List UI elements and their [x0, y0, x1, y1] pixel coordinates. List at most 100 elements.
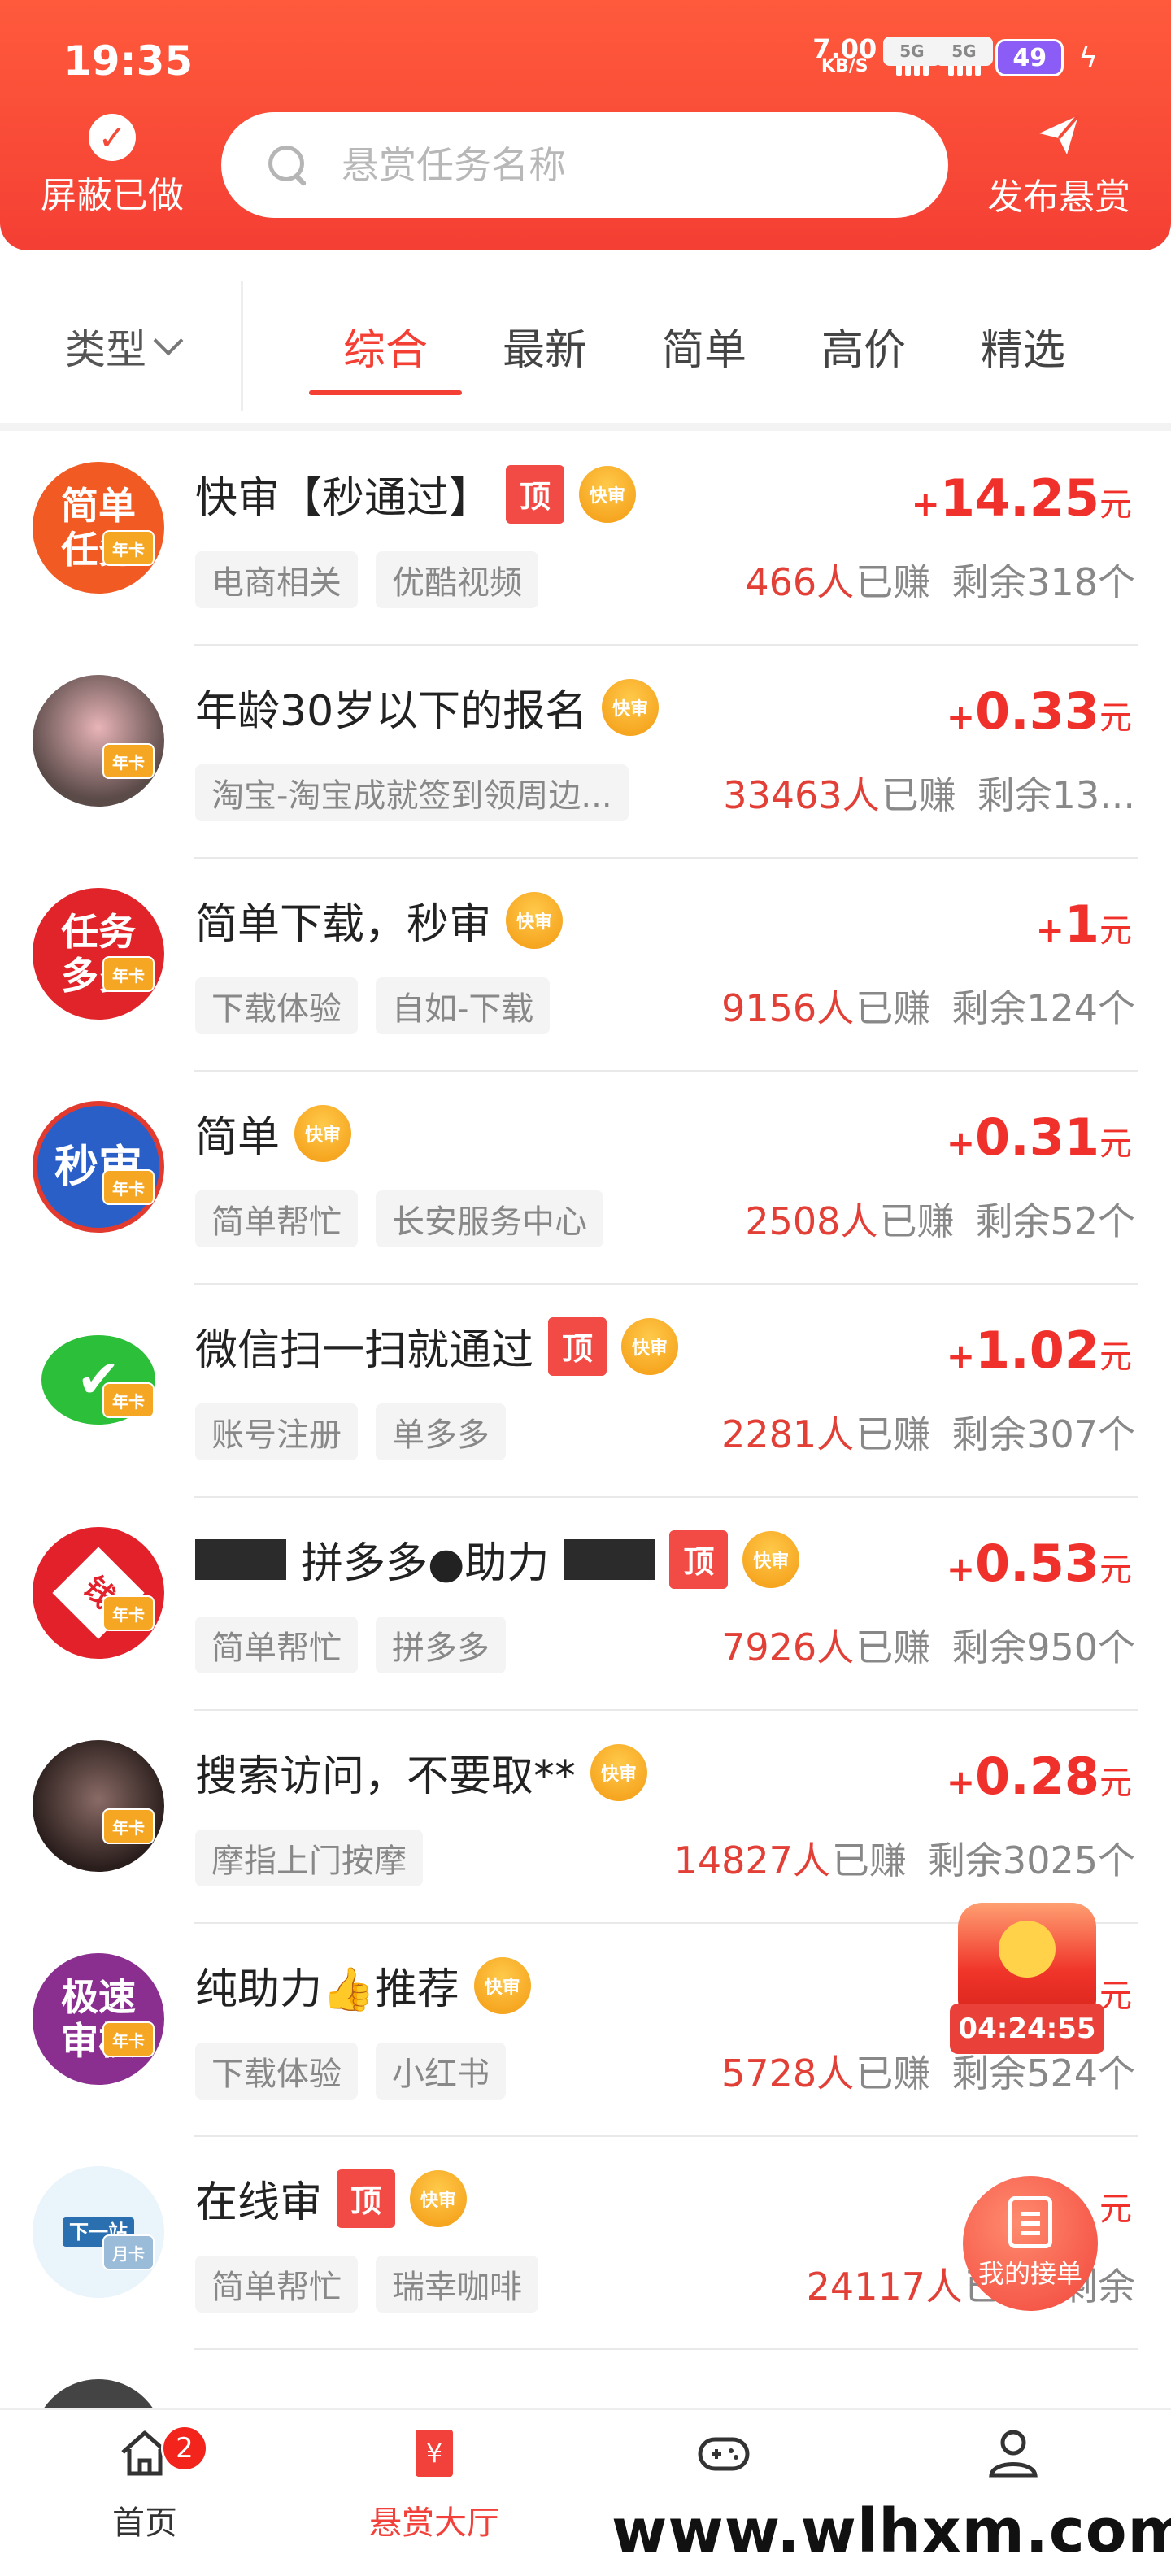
publish-reward-button[interactable]: 发布悬赏 [977, 112, 1140, 220]
header: 19:35 7.00 KB/S 5G 5G 49 ϟ ✓ 屏蔽已做 发布悬赏 [0, 0, 1171, 250]
avatar [33, 1740, 164, 1872]
tag: 优酷视频 [376, 551, 538, 608]
tab-label: 最新 [502, 326, 587, 375]
task-tags: 简单帮忙 瑞幸咖啡 [195, 2256, 538, 2313]
hide-done-button[interactable]: ✓ 屏蔽已做 [31, 114, 194, 218]
earned-count: 9156人 [721, 986, 855, 1030]
signal-label: 5G [883, 37, 941, 66]
task-title-text: 搜索访问，不要取** [195, 1752, 577, 1801]
filter-bar: 类型 综合 最新 简单 高价 精选 [0, 276, 1171, 420]
price-sign: + [946, 1762, 976, 1802]
tag: 简单帮忙 [195, 1617, 358, 1673]
gamepad-icon [698, 2437, 750, 2471]
year-card-badge: 年卡 [102, 530, 155, 566]
task-title-text: 纯助力👍推荐 [195, 1965, 459, 2014]
price-amount: 0.33 [975, 681, 1099, 741]
price-unit: 元 [1099, 1764, 1132, 1802]
tab-featured[interactable]: 精选 [943, 315, 1103, 376]
avatar: 下一站 [33, 2166, 164, 2298]
earned-suffix: 已赚 [879, 1199, 955, 1243]
tag: 长安服务中心 [376, 1190, 603, 1247]
my-orders-button[interactable]: 我的接单 [963, 2176, 1098, 2311]
red-packet-icon [958, 1903, 1096, 2017]
search-bar[interactable] [221, 112, 948, 218]
task-item[interactable] [0, 2350, 1171, 2408]
reward-price: +1元 [1036, 894, 1132, 954]
price-amount: 0.31 [975, 1107, 1099, 1167]
task-tags: 简单帮忙 长安服务中心 [195, 1190, 603, 1247]
avatar [33, 2379, 164, 2408]
task-title: 简单 快审 [195, 1103, 352, 1164]
status-time: 19:35 [63, 37, 194, 85]
pinned-badge: 顶 [506, 464, 565, 524]
battery-icon: 49 [995, 39, 1064, 76]
task-item[interactable]: 钱 年卡 拼多多●助力 顶 快审 +0.53元 简单帮忙 拼多多 7926人已赚… [0, 1498, 1171, 1711]
task-title: 微信扫一扫就通过 顶 快审 [195, 1316, 679, 1377]
price-unit: 元 [1099, 1125, 1132, 1163]
my-orders-label: 我的接单 [977, 2258, 1082, 2289]
tab-comprehensive[interactable]: 综合 [306, 315, 465, 395]
task-stats: 14827人已赚 剩余3025个 [674, 1831, 1135, 1885]
search-input[interactable] [342, 143, 862, 187]
earned-suffix: 已赚 [855, 560, 931, 604]
price-sign: + [946, 1549, 976, 1589]
task-item[interactable]: 任务多多 年卡 简单下载，秒审 快审 +1元 下载体验 自如-下载 9156人已… [0, 859, 1171, 1072]
task-tags: 摩指上门按摩 [195, 1830, 423, 1886]
tag: 简单帮忙 [195, 2256, 358, 2313]
publish-label: 发布悬赏 [987, 176, 1130, 218]
wechat-icon: ✔ [33, 1314, 164, 1446]
check-icon: ✓ [89, 114, 136, 161]
task-item[interactable]: ✔ 年卡 微信扫一扫就通过 顶 快审 +1.02元 账号注册 单多多 2281人… [0, 1285, 1171, 1498]
price-unit: 元 [1099, 1551, 1132, 1589]
task-item[interactable]: 简单任务 年卡 快审【秒通过】 顶 快审 +14.25元 电商相关 优酷视频 4… [0, 433, 1171, 646]
tab-label: 高价 [821, 326, 906, 375]
year-card-badge: 年卡 [102, 743, 155, 779]
task-item[interactable]: 年卡 搜索访问，不要取** 快审 +0.28元 摩指上门按摩 14827人已赚剩… [0, 1711, 1171, 1924]
year-card-badge: 年卡 [102, 1595, 155, 1631]
nav-reward-hall[interactable]: ¥ 悬赏大厅 [353, 2425, 516, 2543]
task-title-text: 简单下载，秒审 [195, 900, 492, 949]
fast-review-badge: 快审 [294, 1104, 352, 1162]
task-stats: 33463人已赚 剩余13... [723, 766, 1135, 820]
task-item[interactable]: 年卡 年龄30岁以下的报名 快审 +0.33元 淘宝-淘宝成就签到领周边... … [0, 646, 1171, 859]
tag: 下载体验 [195, 2043, 358, 2100]
red-packet-float[interactable]: 04:24:55 [950, 1903, 1104, 2065]
task-tags: 下载体验 自如-下载 [195, 977, 551, 1034]
tab-label: 综合 [342, 326, 428, 375]
nav-profile[interactable] [932, 2425, 1095, 2496]
earned-count: 5728人 [721, 2052, 855, 2095]
earned-count: 14827人 [673, 1838, 830, 1882]
hide-done-label: 屏蔽已做 [41, 175, 184, 216]
tab-latest[interactable]: 最新 [465, 315, 625, 376]
tag: 单多多 [376, 1403, 506, 1460]
year-card-badge: 年卡 [102, 2021, 155, 2057]
earned-suffix: 已赚 [831, 1838, 907, 1882]
charging-icon: ϟ [1078, 41, 1098, 75]
tab-high-price[interactable]: 高价 [784, 315, 943, 376]
nav-label: 悬赏大厅 [369, 2504, 499, 2542]
tag: 拼多多 [376, 1617, 506, 1673]
price-amount: 0.28 [975, 1747, 1099, 1806]
earned-count: 24117人 [806, 2265, 963, 2308]
earned-suffix: 已赚 [881, 773, 956, 817]
year-card-badge: 年卡 [102, 1382, 155, 1418]
nav-games[interactable] [642, 2425, 805, 2496]
task-item[interactable]: 秒审 年卡 简单 快审 +0.31元 简单帮忙 长安服务中心 2508人已赚 剩余… [0, 1072, 1171, 1285]
tab-simple[interactable]: 简单 [625, 315, 784, 376]
tag: 电商相关 [195, 551, 358, 608]
task-tags: 淘宝-淘宝成就签到领周边... [195, 764, 629, 821]
earned-suffix: 已赚 [855, 1412, 931, 1456]
nav-home[interactable]: 2 首页 [63, 2425, 226, 2543]
active-tab-indicator [309, 390, 462, 395]
type-dropdown[interactable]: 类型 [65, 317, 184, 376]
task-title: 拼多多●助力 顶 快审 [195, 1529, 800, 1590]
month-card-badge: 月卡 [102, 2234, 155, 2270]
price-sign: + [1035, 910, 1064, 950]
fast-review-badge: 快审 [506, 891, 564, 949]
remaining-count: 剩余13... [977, 773, 1135, 817]
task-title: 搜索访问，不要取** 快审 [195, 1742, 648, 1803]
avatar: 钱 [33, 1527, 164, 1659]
price-amount: 0.53 [975, 1534, 1099, 1593]
pinned-badge: 顶 [669, 1530, 729, 1589]
redacted-text [564, 1538, 655, 1580]
